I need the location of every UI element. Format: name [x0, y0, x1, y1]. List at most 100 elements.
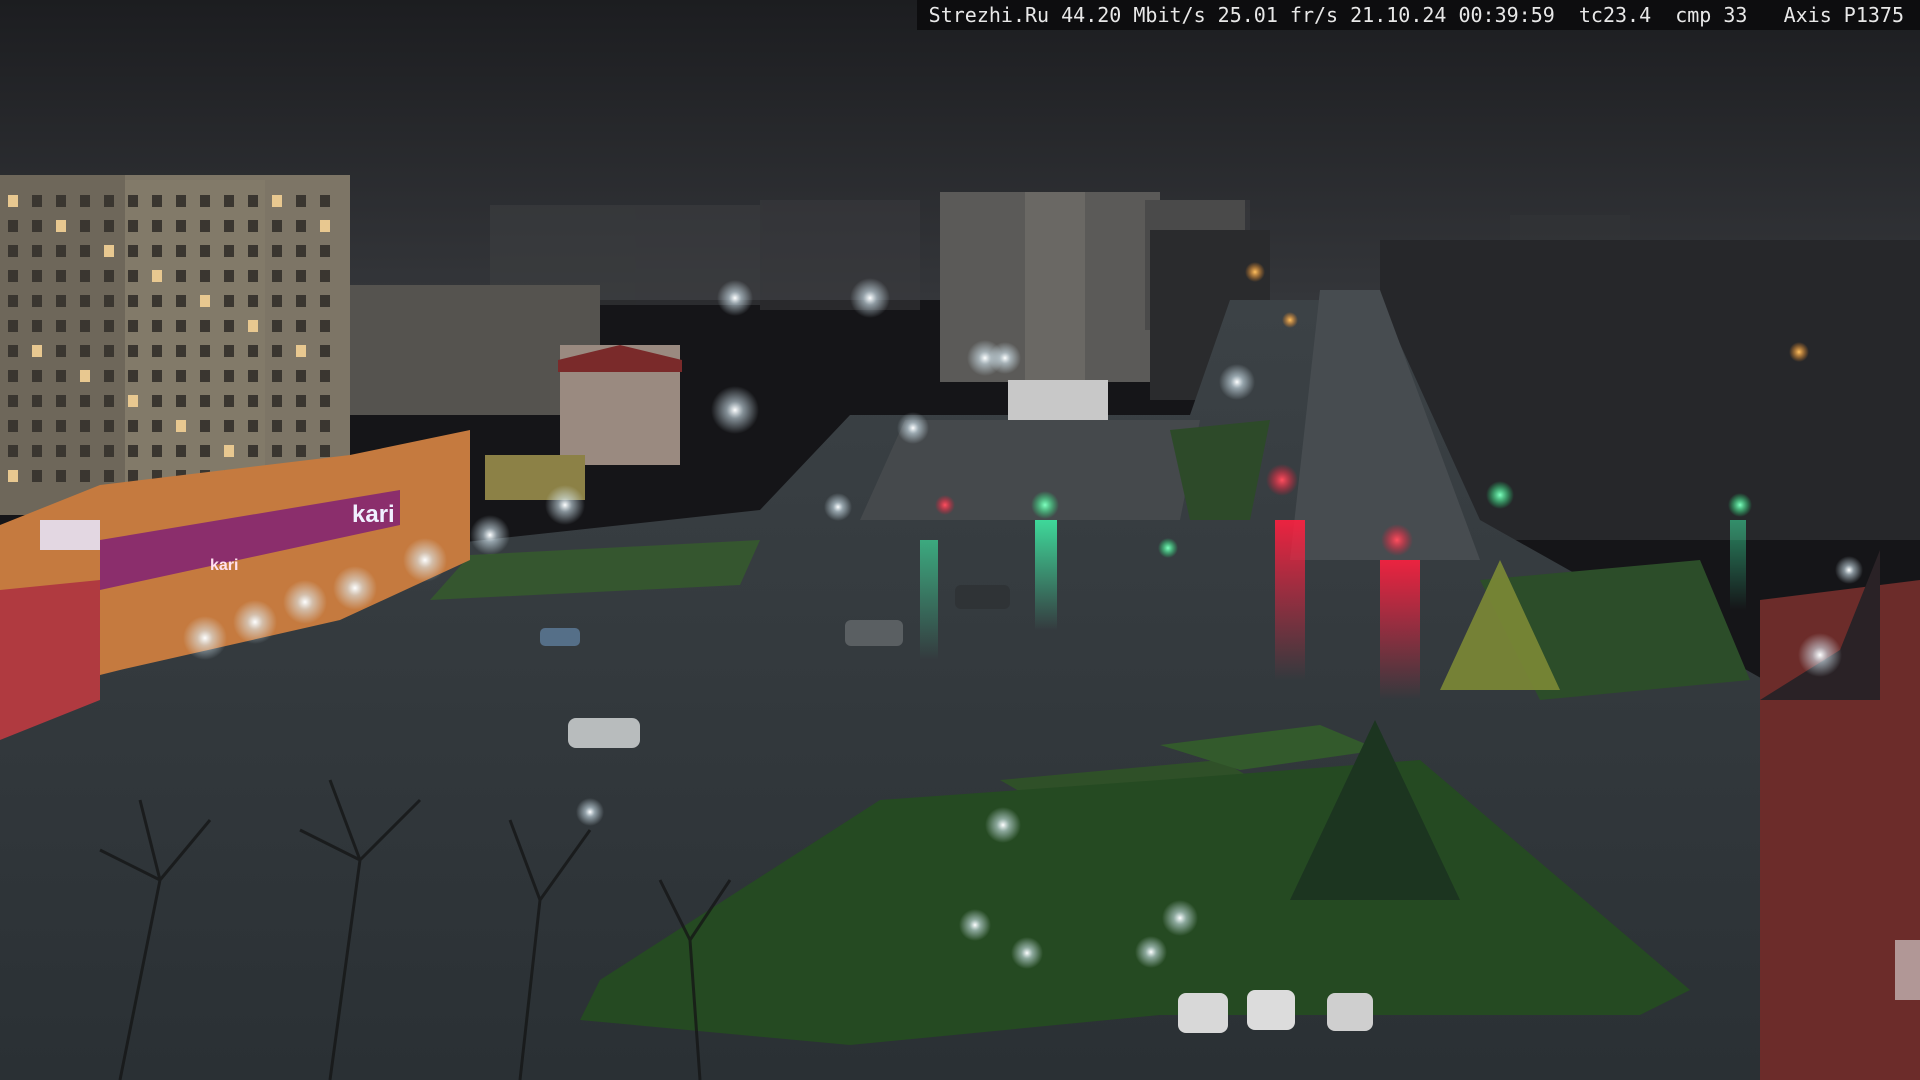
apartment-window — [296, 195, 306, 207]
apartment-window — [152, 245, 162, 257]
apartment-window — [176, 445, 186, 457]
apartment-window — [152, 420, 162, 432]
apartment-window — [128, 270, 138, 282]
apartment-window — [248, 270, 258, 282]
apartment-window — [152, 220, 162, 232]
camera-overlay-text: Strezhi.Ru 44.20 Mbit/s 25.01 fr/s 21.10… — [916, 0, 1920, 30]
apartment-window — [296, 420, 306, 432]
apartment-window — [80, 195, 90, 207]
apartment-window — [8, 470, 18, 482]
apartment-window — [272, 370, 282, 382]
apartment-window — [200, 420, 210, 432]
apartment-window — [104, 220, 114, 232]
apartment-window — [104, 295, 114, 307]
apartment-window — [296, 370, 306, 382]
apartment-window — [296, 345, 306, 357]
apartment-window — [272, 195, 282, 207]
apartment-window — [200, 370, 210, 382]
apartment-window — [176, 370, 186, 382]
apartment-window — [272, 270, 282, 282]
apartment-window — [56, 445, 66, 457]
apartment-window — [152, 270, 162, 282]
apartment-window — [80, 320, 90, 332]
apartment-window — [200, 295, 210, 307]
apartment-window — [56, 395, 66, 407]
apartment-window — [296, 245, 306, 257]
apartment-window — [80, 245, 90, 257]
apartment-window — [224, 220, 234, 232]
apartment-window — [248, 420, 258, 432]
apartment-window — [80, 420, 90, 432]
apartment-window — [224, 320, 234, 332]
apartment-window — [32, 345, 42, 357]
apartment-window — [128, 295, 138, 307]
apartment-window — [272, 295, 282, 307]
apartment-window — [296, 445, 306, 457]
apartment-window — [152, 370, 162, 382]
apartment-window — [104, 470, 114, 482]
apartment-window — [320, 370, 330, 382]
apartment-window — [248, 295, 258, 307]
apartment-window — [32, 445, 42, 457]
apartment-window — [8, 345, 18, 357]
apartment-window — [8, 445, 18, 457]
apartment-window — [152, 445, 162, 457]
apartment-window — [104, 370, 114, 382]
apartment-window — [224, 445, 234, 457]
apartment-window — [248, 445, 258, 457]
apartment-window — [176, 245, 186, 257]
apartment-window — [224, 395, 234, 407]
apartment-window — [104, 195, 114, 207]
apartment-window — [8, 295, 18, 307]
apartment-window — [32, 295, 42, 307]
apartment-window — [32, 320, 42, 332]
apartment-window — [104, 270, 114, 282]
apartment-window — [128, 395, 138, 407]
apartment-window — [80, 470, 90, 482]
apartment-window — [32, 470, 42, 482]
apartment-window — [32, 370, 42, 382]
apartment-window — [272, 395, 282, 407]
apartment-window — [56, 220, 66, 232]
apartment-window — [200, 320, 210, 332]
apartment-window — [296, 320, 306, 332]
apartment-window — [248, 220, 258, 232]
apartment-window — [80, 270, 90, 282]
apartment-window — [176, 320, 186, 332]
apartment-window — [248, 245, 258, 257]
apartment-window — [128, 195, 138, 207]
apartment-window — [200, 345, 210, 357]
apartment-window — [320, 295, 330, 307]
apartment-window — [128, 220, 138, 232]
apartment-window — [272, 320, 282, 332]
camera-frame: kari kari Strezhi.Ru 44.20 Mbit/s 25.01 … — [0, 0, 1920, 1080]
apartment-window — [320, 270, 330, 282]
apartment-window — [176, 220, 186, 232]
apartment-window — [224, 295, 234, 307]
apartment-window — [128, 445, 138, 457]
apartment-window — [224, 345, 234, 357]
apartment-window — [224, 245, 234, 257]
apartment-window — [200, 195, 210, 207]
apartment-window — [80, 395, 90, 407]
apartment-window — [152, 195, 162, 207]
apartment-window — [320, 220, 330, 232]
apartment-window — [8, 395, 18, 407]
apartment-window — [104, 420, 114, 432]
apartment-window — [272, 220, 282, 232]
apartment-window — [320, 195, 330, 207]
apartment-window — [104, 320, 114, 332]
apartment-window — [248, 320, 258, 332]
apartment-window — [200, 245, 210, 257]
apartment-window — [128, 420, 138, 432]
apartment-window — [224, 420, 234, 432]
apartment-window — [200, 270, 210, 282]
apartment-window — [176, 195, 186, 207]
apartment-window — [176, 420, 186, 432]
apartment-window — [56, 295, 66, 307]
apartment-window — [56, 420, 66, 432]
apartment-window — [176, 395, 186, 407]
apartment-window — [320, 395, 330, 407]
apartment-window — [56, 320, 66, 332]
apartment-window — [32, 220, 42, 232]
